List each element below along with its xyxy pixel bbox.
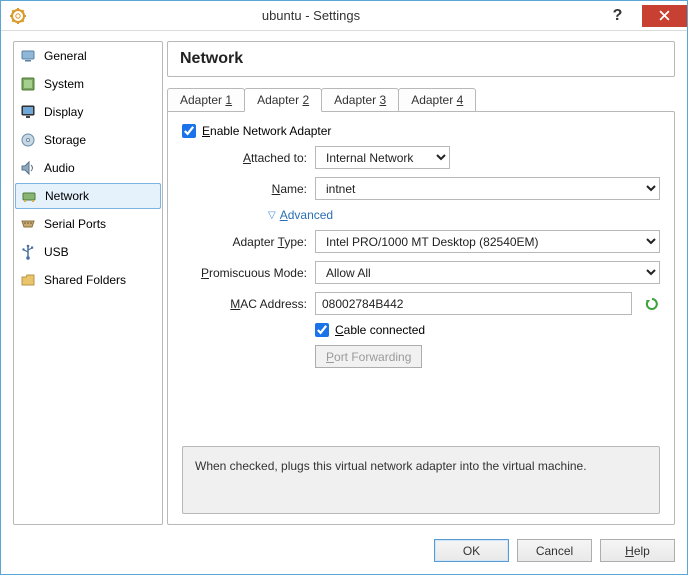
general-icon — [20, 48, 36, 64]
sidebar-item-label: USB — [44, 245, 69, 259]
sidebar-item-label: General — [44, 49, 87, 63]
sidebar-item-label: Audio — [44, 161, 75, 175]
sidebar-item-serial-ports[interactable]: Serial Ports — [14, 210, 162, 238]
sidebar-item-shared-folders[interactable]: Shared Folders — [14, 266, 162, 294]
dialog-buttons: OK Cancel Help — [13, 529, 675, 574]
promiscuous-mode-label: Promiscuous Mode: — [182, 266, 307, 280]
shared-folders-icon — [20, 272, 36, 288]
settings-panel: Network Adapter 1 Adapter 2 Adapter 3 Ad… — [167, 41, 675, 525]
sidebar-item-display[interactable]: Display — [14, 98, 162, 126]
panel-header: Network — [167, 41, 675, 77]
sidebar-item-system[interactable]: System — [14, 70, 162, 98]
refresh-mac-button[interactable] — [644, 296, 660, 312]
cable-connected-label: Cable connected — [335, 323, 425, 337]
display-icon — [20, 104, 36, 120]
titlebar: ubuntu - Settings ? — [1, 1, 687, 31]
audio-icon — [20, 160, 36, 176]
sidebar-item-label: Network — [45, 189, 89, 203]
attached-to-select[interactable]: Internal Network — [315, 146, 450, 169]
cancel-button[interactable]: Cancel — [517, 539, 592, 562]
usb-icon — [20, 244, 36, 260]
network-icon — [21, 188, 37, 204]
advanced-toggle[interactable]: ▽ Advanced — [182, 208, 660, 222]
panel-heading: Network — [180, 50, 662, 68]
mac-address-label: MAC Address: — [182, 297, 307, 311]
hint-text: When checked, plugs this virtual network… — [195, 459, 587, 473]
app-icon — [9, 7, 27, 25]
sidebar-item-label: Storage — [44, 133, 86, 147]
system-icon — [20, 76, 36, 92]
sidebar-item-label: Serial Ports — [44, 217, 106, 231]
adapter-type-label: Adapter Type: — [182, 235, 307, 249]
tab-adapter-4[interactable]: Adapter 4 — [398, 88, 476, 112]
adapter-tabs: Adapter 1 Adapter 2 Adapter 3 Adapter 4 — [167, 87, 675, 111]
name-label: Name: — [182, 182, 307, 196]
sidebar-item-label: Shared Folders — [44, 273, 126, 287]
chevron-down-icon: ▽ — [268, 210, 276, 221]
promiscuous-mode-select[interactable]: Allow All — [315, 261, 660, 284]
settings-sidebar: General System Display Storage Audio Net… — [13, 41, 163, 525]
tab-adapter-1[interactable]: Adapter 1 — [167, 88, 245, 112]
mac-address-input[interactable] — [315, 292, 632, 315]
port-forwarding-button[interactable]: Port Forwarding — [315, 345, 422, 368]
cable-connected-checkbox[interactable] — [315, 323, 329, 337]
ok-button[interactable]: OK — [434, 539, 509, 562]
name-select[interactable]: intnet — [315, 177, 660, 200]
enable-adapter-checkbox[interactable] — [182, 124, 196, 138]
sidebar-item-audio[interactable]: Audio — [14, 154, 162, 182]
tab-adapter-3[interactable]: Adapter 3 — [321, 88, 399, 112]
sidebar-item-storage[interactable]: Storage — [14, 126, 162, 154]
sidebar-item-network[interactable]: Network — [15, 183, 161, 209]
enable-adapter-label: Enable Network Adapter — [202, 124, 331, 138]
serial-ports-icon — [20, 216, 36, 232]
advanced-label: Advanced — [280, 208, 333, 222]
sidebar-item-label: Display — [44, 105, 83, 119]
sidebar-item-usb[interactable]: USB — [14, 238, 162, 266]
adapter-form: Enable Network Adapter Attached to: Inte… — [167, 111, 675, 525]
hint-box: When checked, plugs this virtual network… — [182, 446, 660, 514]
window-title: ubuntu - Settings — [27, 8, 595, 23]
adapter-type-select[interactable]: Intel PRO/1000 MT Desktop (82540EM) — [315, 230, 660, 253]
sidebar-item-general[interactable]: General — [14, 42, 162, 70]
tab-adapter-2[interactable]: Adapter 2 — [244, 88, 322, 112]
titlebar-help-button[interactable]: ? — [595, 5, 640, 27]
sidebar-item-label: System — [44, 77, 84, 91]
help-button[interactable]: Help — [600, 539, 675, 562]
attached-to-label: Attached to: — [182, 151, 307, 165]
storage-icon — [20, 132, 36, 148]
close-button[interactable] — [642, 5, 687, 27]
